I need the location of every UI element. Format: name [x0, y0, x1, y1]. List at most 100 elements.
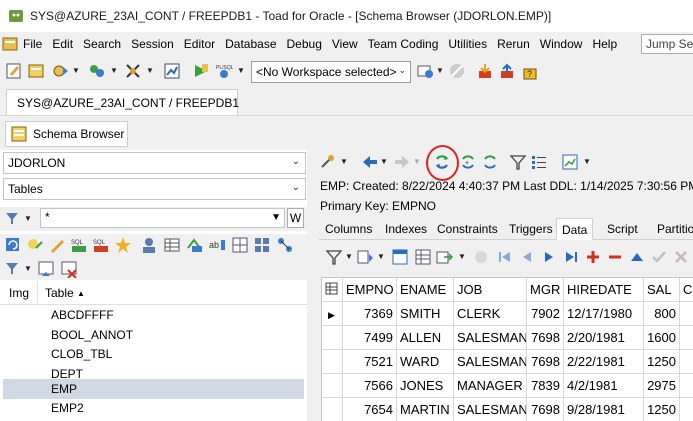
prior-record-icon[interactable] — [518, 248, 536, 266]
grid-cell[interactable]: 1250 — [644, 398, 680, 421]
workspace-select[interactable]: <No Workspace selected> ⌄ — [251, 61, 411, 83]
grid-cell[interactable]: ALLEN — [397, 326, 454, 350]
workspace-settings-icon[interactable] — [416, 62, 434, 80]
sort-grid-icon[interactable] — [356, 248, 374, 266]
tab-constraints[interactable]: Constraints — [432, 218, 503, 240]
schema-browser-icon[interactable] — [27, 62, 45, 80]
load-table-icon[interactable] — [37, 260, 55, 278]
tools-icon[interactable] — [319, 153, 337, 171]
last-record-icon[interactable] — [562, 248, 580, 266]
menu-debug[interactable]: Debug — [282, 37, 327, 51]
grid-cell[interactable]: 7499 — [343, 326, 397, 350]
table-grid-icon[interactable] — [414, 248, 432, 266]
grid-cell[interactable]: 7654 — [343, 398, 397, 421]
single-record-view-icon[interactable] — [391, 248, 409, 266]
menu-help[interactable]: Help — [587, 37, 622, 51]
table-list-item-selected[interactable]: EMP — [3, 379, 304, 399]
tab-triggers[interactable]: Triggers — [504, 218, 558, 240]
menu-editor[interactable]: Editor — [179, 37, 220, 51]
grid-row-indicator[interactable]: ▶ — [322, 302, 343, 326]
grid-column-header[interactable]: C — [680, 278, 693, 302]
favorites-icon[interactable] — [114, 236, 132, 254]
object-type-select[interactable]: Tables ⌄ — [3, 178, 306, 200]
filter-funnel-icon[interactable] — [325, 248, 343, 266]
grid-cell[interactable]: CLERK — [454, 302, 527, 326]
grid-cell[interactable]: SALESMAN — [454, 350, 527, 374]
grid-cell[interactable]: 800 — [644, 302, 680, 326]
column-header-table[interactable]: Table — [45, 286, 74, 300]
first-record-icon[interactable] — [496, 248, 514, 266]
menu-rerun[interactable]: Rerun — [492, 37, 535, 51]
list-icon[interactable] — [530, 153, 548, 171]
grid-column-header[interactable]: SAL — [644, 278, 680, 302]
grid-column-header[interactable]: JOB — [454, 278, 527, 302]
grid-cell[interactable]: 7902 — [527, 302, 564, 326]
menu-view[interactable]: View — [327, 37, 363, 51]
grid-cell[interactable]: 7839 — [527, 374, 564, 398]
back-arrow-icon[interactable] — [361, 153, 379, 171]
grid-cell[interactable]: 7566 — [343, 374, 397, 398]
grid-cell[interactable]: 7521 — [343, 350, 397, 374]
tools-dropdown-icon[interactable]: ▼ — [340, 157, 348, 166]
sort-dropdown-icon[interactable]: ▼ — [377, 252, 385, 261]
whole-word-button[interactable]: W — [287, 208, 304, 228]
grid-cell[interactable] — [680, 326, 693, 350]
connection-tab[interactable]: SYS@AZURE_23AI_CONT / FREEPDB1 — [6, 89, 239, 115]
grid-column-header[interactable]: HIREDATE — [564, 278, 644, 302]
session-dropdown-icon[interactable]: ▼ — [72, 66, 80, 75]
post-edit-icon[interactable] — [650, 248, 668, 266]
schema-browser-tab[interactable]: Schema Browser — [5, 121, 128, 147]
grid-row-indicator[interactable] — [322, 350, 343, 374]
filter-dropdown-icon[interactable]: ▼ — [24, 214, 32, 223]
grid-cell[interactable]: 4/2/1981 — [564, 374, 644, 398]
schema-select[interactable]: JDORLON ⌄ — [3, 152, 306, 174]
table-data-icon[interactable] — [163, 236, 181, 254]
grid-cell[interactable]: 7369 — [343, 302, 397, 326]
export-icon[interactable] — [435, 248, 453, 266]
table-list-item[interactable]: BOOL_ANNOT — [0, 325, 307, 345]
grid-column-header[interactable]: EMPNO — [343, 278, 397, 302]
chart-dropdown-icon[interactable]: ▼ — [583, 157, 591, 166]
tab-columns[interactable]: Columns — [320, 218, 377, 240]
download-icon[interactable] — [476, 62, 494, 80]
refresh-all-icon[interactable]: + — [459, 153, 477, 171]
tracker-dropdown-icon[interactable]: ▼ — [110, 66, 118, 75]
chart-window-icon[interactable] — [561, 153, 579, 171]
name-filter-input[interactable]: * ▼ — [40, 208, 285, 228]
grid-cell[interactable]: MANAGER — [454, 374, 527, 398]
menu-team-coding[interactable]: Team Coding — [363, 37, 444, 51]
menu-file[interactable]: File — [18, 37, 47, 51]
grid-cell[interactable]: 9/28/1981 — [564, 398, 644, 421]
grid-cell[interactable]: SMITH — [397, 302, 454, 326]
grid-cell[interactable]: 12/17/1980 — [564, 302, 644, 326]
edit-record-icon[interactable] — [628, 248, 646, 266]
grid-cell[interactable]: JONES — [397, 374, 454, 398]
rename-ab-icon[interactable]: ab — [208, 236, 226, 254]
table-list-item[interactable]: EMP2 — [0, 398, 307, 418]
sql-icon[interactable]: SQL — [70, 236, 88, 254]
jump-search-input[interactable]: Jump Sea — [641, 34, 693, 54]
grid-column-header[interactable]: ENAME — [397, 278, 454, 302]
explain-dropdown-icon[interactable]: ▼ — [146, 66, 154, 75]
dashboard-icon[interactable] — [163, 62, 181, 80]
grid-cell[interactable] — [680, 350, 693, 374]
menu-database[interactable]: Database — [220, 37, 281, 51]
grid-column-header[interactable]: MGR — [527, 278, 564, 302]
filter-funnel-icon[interactable] — [5, 211, 19, 225]
delete-objects-icon[interactable]: SQL — [92, 236, 110, 254]
help-lock-icon[interactable]: ? — [521, 62, 539, 80]
grid-cell[interactable]: 2/22/1981 — [564, 350, 644, 374]
filter-funnel-icon[interactable] — [509, 153, 527, 171]
plsql-icon[interactable]: PL/SQL — [215, 62, 233, 80]
relations-icon[interactable] — [276, 236, 294, 254]
export-dropdown-icon[interactable]: ▼ — [458, 252, 466, 261]
grid-icon[interactable] — [231, 236, 249, 254]
explain-plan-icon[interactable] — [124, 62, 142, 80]
sql-tracker-icon[interactable] — [88, 62, 106, 80]
grid-cell[interactable] — [680, 302, 693, 326]
grid-cell[interactable]: SALESMAN — [454, 398, 527, 421]
menu-utilities[interactable]: Utilities — [443, 37, 492, 51]
grid-row-indicator[interactable] — [322, 398, 343, 421]
disabled-cancel-icon[interactable] — [448, 62, 466, 80]
grid-cell[interactable]: 2/20/1981 — [564, 326, 644, 350]
